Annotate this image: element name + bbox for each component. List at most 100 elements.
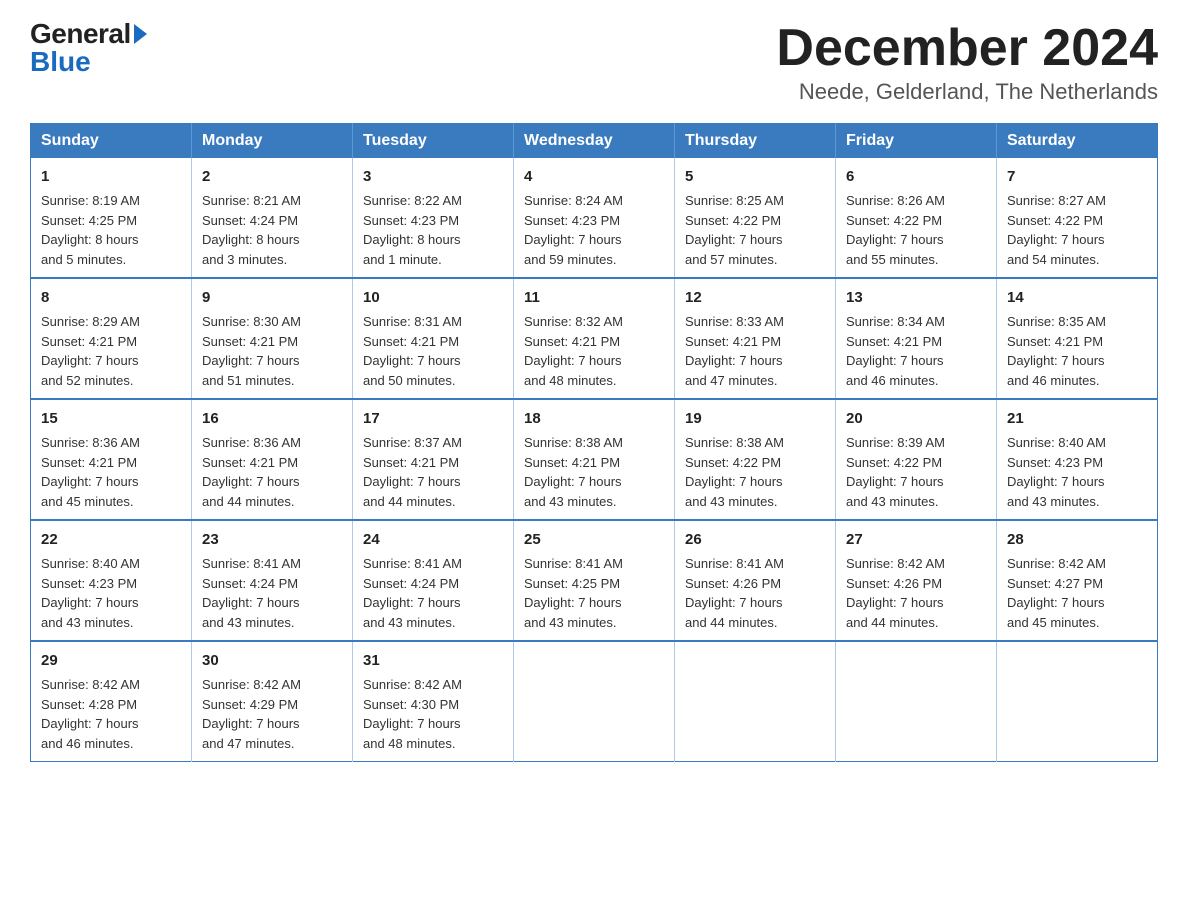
logo-blue-text: Blue xyxy=(30,48,91,76)
day-number: 20 xyxy=(846,408,986,430)
month-title: December 2024 xyxy=(776,20,1158,77)
day-number: 7 xyxy=(1007,166,1147,188)
day-number: 21 xyxy=(1007,408,1147,430)
day-number: 18 xyxy=(524,408,664,430)
day-number: 28 xyxy=(1007,529,1147,551)
day-number: 8 xyxy=(41,287,181,309)
day-info: Sunrise: 8:27 AMSunset: 4:22 PMDaylight:… xyxy=(1007,193,1106,267)
day-number: 3 xyxy=(363,166,503,188)
day-info: Sunrise: 8:30 AMSunset: 4:21 PMDaylight:… xyxy=(202,314,301,388)
day-number: 24 xyxy=(363,529,503,551)
day-info: Sunrise: 8:26 AMSunset: 4:22 PMDaylight:… xyxy=(846,193,945,267)
day-number: 19 xyxy=(685,408,825,430)
calendar-week-row: 1 Sunrise: 8:19 AMSunset: 4:25 PMDayligh… xyxy=(31,158,1158,278)
day-info: Sunrise: 8:42 AMSunset: 4:30 PMDaylight:… xyxy=(363,677,462,751)
day-number: 10 xyxy=(363,287,503,309)
day-info: Sunrise: 8:31 AMSunset: 4:21 PMDaylight:… xyxy=(363,314,462,388)
day-info: Sunrise: 8:33 AMSunset: 4:21 PMDaylight:… xyxy=(685,314,784,388)
day-number: 6 xyxy=(846,166,986,188)
weekday-header-sunday: Sunday xyxy=(31,124,192,159)
day-number: 13 xyxy=(846,287,986,309)
day-number: 16 xyxy=(202,408,342,430)
calendar-day-cell: 28 Sunrise: 8:42 AMSunset: 4:27 PMDaylig… xyxy=(997,520,1158,641)
day-info: Sunrise: 8:36 AMSunset: 4:21 PMDaylight:… xyxy=(202,435,301,509)
calendar-day-cell: 3 Sunrise: 8:22 AMSunset: 4:23 PMDayligh… xyxy=(353,158,514,278)
day-number: 31 xyxy=(363,650,503,672)
calendar-day-cell: 4 Sunrise: 8:24 AMSunset: 4:23 PMDayligh… xyxy=(514,158,675,278)
calendar-day-cell: 5 Sunrise: 8:25 AMSunset: 4:22 PMDayligh… xyxy=(675,158,836,278)
weekday-header-thursday: Thursday xyxy=(675,124,836,159)
logo-general-text: General xyxy=(30,20,131,48)
calendar-day-cell: 8 Sunrise: 8:29 AMSunset: 4:21 PMDayligh… xyxy=(31,278,192,399)
day-number: 9 xyxy=(202,287,342,309)
logo-triangle-icon xyxy=(134,24,147,44)
calendar-day-cell xyxy=(836,641,997,762)
logo: General Blue xyxy=(30,20,149,76)
weekday-header-monday: Monday xyxy=(192,124,353,159)
day-info: Sunrise: 8:25 AMSunset: 4:22 PMDaylight:… xyxy=(685,193,784,267)
day-info: Sunrise: 8:36 AMSunset: 4:21 PMDaylight:… xyxy=(41,435,140,509)
day-number: 12 xyxy=(685,287,825,309)
calendar-day-cell: 17 Sunrise: 8:37 AMSunset: 4:21 PMDaylig… xyxy=(353,399,514,520)
calendar-day-cell: 7 Sunrise: 8:27 AMSunset: 4:22 PMDayligh… xyxy=(997,158,1158,278)
calendar-day-cell xyxy=(675,641,836,762)
day-info: Sunrise: 8:29 AMSunset: 4:21 PMDaylight:… xyxy=(41,314,140,388)
calendar-day-cell: 14 Sunrise: 8:35 AMSunset: 4:21 PMDaylig… xyxy=(997,278,1158,399)
calendar-week-row: 22 Sunrise: 8:40 AMSunset: 4:23 PMDaylig… xyxy=(31,520,1158,641)
title-block: December 2024 Neede, Gelderland, The Net… xyxy=(776,20,1158,105)
calendar-day-cell: 15 Sunrise: 8:36 AMSunset: 4:21 PMDaylig… xyxy=(31,399,192,520)
day-number: 30 xyxy=(202,650,342,672)
day-info: Sunrise: 8:42 AMSunset: 4:27 PMDaylight:… xyxy=(1007,556,1106,630)
day-info: Sunrise: 8:42 AMSunset: 4:26 PMDaylight:… xyxy=(846,556,945,630)
calendar-week-row: 29 Sunrise: 8:42 AMSunset: 4:28 PMDaylig… xyxy=(31,641,1158,762)
day-info: Sunrise: 8:35 AMSunset: 4:21 PMDaylight:… xyxy=(1007,314,1106,388)
day-number: 26 xyxy=(685,529,825,551)
day-number: 5 xyxy=(685,166,825,188)
day-number: 14 xyxy=(1007,287,1147,309)
day-number: 11 xyxy=(524,287,664,309)
day-info: Sunrise: 8:41 AMSunset: 4:25 PMDaylight:… xyxy=(524,556,623,630)
day-number: 29 xyxy=(41,650,181,672)
calendar-day-cell: 31 Sunrise: 8:42 AMSunset: 4:30 PMDaylig… xyxy=(353,641,514,762)
weekday-header-row: SundayMondayTuesdayWednesdayThursdayFrid… xyxy=(31,124,1158,159)
calendar-day-cell xyxy=(997,641,1158,762)
calendar-day-cell: 6 Sunrise: 8:26 AMSunset: 4:22 PMDayligh… xyxy=(836,158,997,278)
calendar-day-cell: 2 Sunrise: 8:21 AMSunset: 4:24 PMDayligh… xyxy=(192,158,353,278)
calendar-day-cell: 29 Sunrise: 8:42 AMSunset: 4:28 PMDaylig… xyxy=(31,641,192,762)
calendar-day-cell: 9 Sunrise: 8:30 AMSunset: 4:21 PMDayligh… xyxy=(192,278,353,399)
calendar-week-row: 15 Sunrise: 8:36 AMSunset: 4:21 PMDaylig… xyxy=(31,399,1158,520)
calendar-day-cell: 13 Sunrise: 8:34 AMSunset: 4:21 PMDaylig… xyxy=(836,278,997,399)
day-info: Sunrise: 8:34 AMSunset: 4:21 PMDaylight:… xyxy=(846,314,945,388)
calendar-day-cell: 18 Sunrise: 8:38 AMSunset: 4:21 PMDaylig… xyxy=(514,399,675,520)
calendar-day-cell: 30 Sunrise: 8:42 AMSunset: 4:29 PMDaylig… xyxy=(192,641,353,762)
day-info: Sunrise: 8:39 AMSunset: 4:22 PMDaylight:… xyxy=(846,435,945,509)
day-info: Sunrise: 8:38 AMSunset: 4:22 PMDaylight:… xyxy=(685,435,784,509)
day-number: 27 xyxy=(846,529,986,551)
day-info: Sunrise: 8:21 AMSunset: 4:24 PMDaylight:… xyxy=(202,193,301,267)
day-info: Sunrise: 8:42 AMSunset: 4:29 PMDaylight:… xyxy=(202,677,301,751)
day-info: Sunrise: 8:38 AMSunset: 4:21 PMDaylight:… xyxy=(524,435,623,509)
day-number: 1 xyxy=(41,166,181,188)
day-number: 15 xyxy=(41,408,181,430)
calendar-day-cell: 22 Sunrise: 8:40 AMSunset: 4:23 PMDaylig… xyxy=(31,520,192,641)
day-number: 22 xyxy=(41,529,181,551)
day-number: 25 xyxy=(524,529,664,551)
location-subtitle: Neede, Gelderland, The Netherlands xyxy=(776,79,1158,105)
calendar-day-cell: 26 Sunrise: 8:41 AMSunset: 4:26 PMDaylig… xyxy=(675,520,836,641)
weekday-header-tuesday: Tuesday xyxy=(353,124,514,159)
weekday-header-wednesday: Wednesday xyxy=(514,124,675,159)
page-header: General Blue December 2024 Neede, Gelder… xyxy=(30,20,1158,105)
day-number: 23 xyxy=(202,529,342,551)
day-info: Sunrise: 8:32 AMSunset: 4:21 PMDaylight:… xyxy=(524,314,623,388)
calendar-day-cell: 20 Sunrise: 8:39 AMSunset: 4:22 PMDaylig… xyxy=(836,399,997,520)
day-info: Sunrise: 8:19 AMSunset: 4:25 PMDaylight:… xyxy=(41,193,140,267)
day-info: Sunrise: 8:22 AMSunset: 4:23 PMDaylight:… xyxy=(363,193,462,267)
day-number: 4 xyxy=(524,166,664,188)
calendar-day-cell: 12 Sunrise: 8:33 AMSunset: 4:21 PMDaylig… xyxy=(675,278,836,399)
calendar-day-cell: 27 Sunrise: 8:42 AMSunset: 4:26 PMDaylig… xyxy=(836,520,997,641)
day-info: Sunrise: 8:40 AMSunset: 4:23 PMDaylight:… xyxy=(1007,435,1106,509)
calendar-day-cell: 11 Sunrise: 8:32 AMSunset: 4:21 PMDaylig… xyxy=(514,278,675,399)
day-info: Sunrise: 8:41 AMSunset: 4:24 PMDaylight:… xyxy=(363,556,462,630)
day-info: Sunrise: 8:41 AMSunset: 4:24 PMDaylight:… xyxy=(202,556,301,630)
calendar-day-cell: 1 Sunrise: 8:19 AMSunset: 4:25 PMDayligh… xyxy=(31,158,192,278)
